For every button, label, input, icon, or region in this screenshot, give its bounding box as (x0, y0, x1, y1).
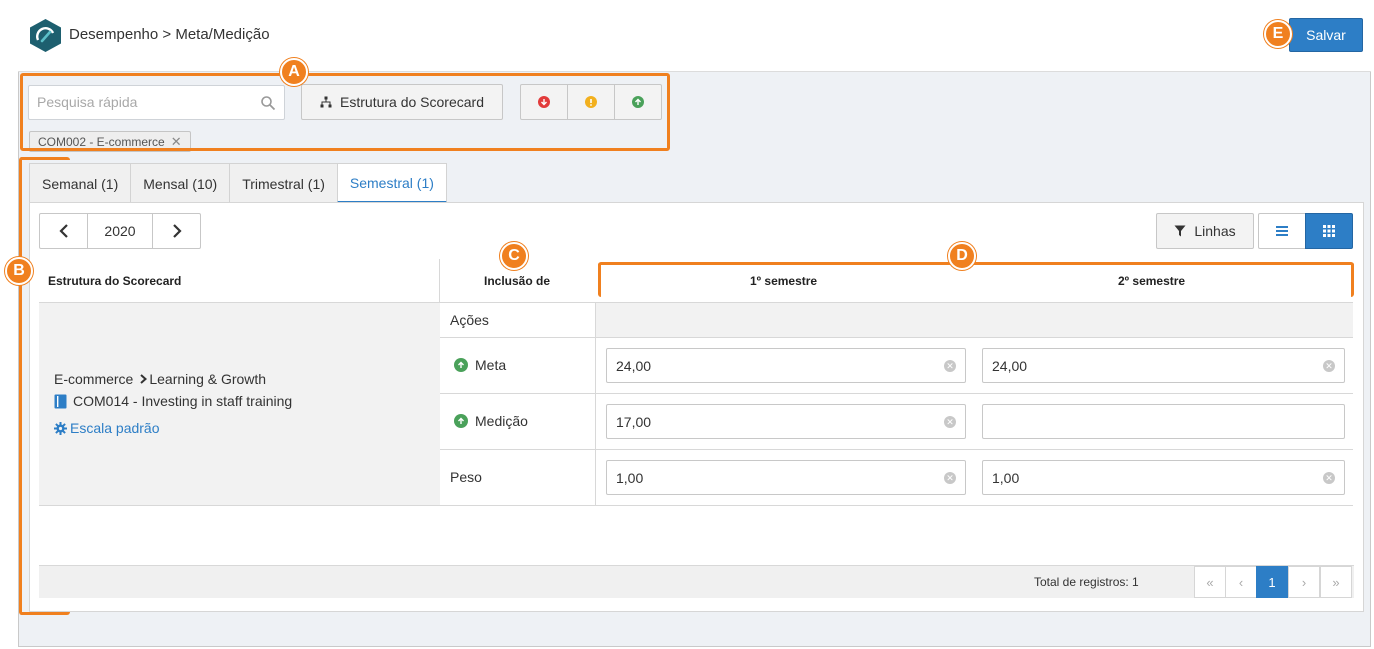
arrow-up-icon (454, 414, 468, 428)
clear-icon[interactable]: ✕ (944, 472, 956, 484)
list-view-button[interactable] (1258, 213, 1306, 249)
structure-path: E-commerce Learning & Growth (54, 371, 266, 387)
page-1-button[interactable]: 1 (1256, 566, 1288, 598)
row-label-medicao: Medição (454, 413, 528, 429)
meta-label: Meta (475, 357, 507, 373)
table-bottom-border (39, 505, 1353, 506)
clear-icon[interactable]: ✕ (944, 360, 956, 372)
next-page-button[interactable]: › (1288, 566, 1320, 598)
clear-icon[interactable]: ✕ (1323, 360, 1335, 372)
breadcrumb: Desempenho > Meta/Medição (69, 26, 270, 43)
meta-semester-1-input[interactable]: 24,00 ✕ (606, 348, 966, 383)
tab-trimestral[interactable]: Trimestral (1) (229, 163, 338, 203)
row-label-actions: Ações (450, 312, 489, 328)
row-divider (440, 393, 1353, 394)
structure-path-child: Learning & Growth (149, 371, 267, 387)
peso-semester-2-input[interactable]: 1,00 ✕ (982, 460, 1345, 495)
scale-link-label: Escala padrão (70, 420, 160, 436)
row-divider (440, 337, 1353, 338)
clear-icon[interactable]: ✕ (944, 416, 956, 428)
clear-icon[interactable]: ✕ (1323, 472, 1335, 484)
indicator-name: COM014 - Investing in staff training (73, 393, 293, 409)
medicao-semester-1-value: 17,00 (616, 413, 652, 430)
callout-box-d (598, 262, 1354, 297)
callout-badge-a: A (280, 58, 308, 86)
callout-box-b (19, 157, 70, 615)
tab-mensal[interactable]: Mensal (10) (130, 163, 231, 203)
lines-filter-label: Linhas (1194, 223, 1236, 239)
previous-page-button[interactable]: ‹ (1225, 566, 1257, 598)
chevron-right-icon (140, 374, 148, 384)
chevron-right-icon (172, 224, 182, 238)
filter-icon (1174, 225, 1186, 237)
column-header-inclusion: Inclusão de (484, 274, 551, 288)
app-logo-icon (30, 19, 61, 52)
list-icon (1276, 226, 1288, 236)
row-divider (440, 449, 1353, 450)
arrow-up-icon (454, 358, 468, 372)
callout-badge-e: E (1264, 20, 1292, 48)
callout-badge-b: B (5, 257, 33, 285)
medicao-label: Medição (475, 413, 528, 429)
meta-semester-2-input[interactable]: 24,00 ✕ (982, 348, 1345, 383)
table-footer (39, 565, 1354, 598)
peso-semester-2-value: 1,00 (992, 469, 1020, 486)
grid-view-button[interactable] (1305, 213, 1353, 249)
period-tabs: Semanal (1) Mensal (10) Trimestral (1) S… (29, 163, 447, 203)
year-display: 2020 (87, 213, 153, 249)
callout-badge-d: D (948, 242, 976, 270)
save-button[interactable]: Salvar (1289, 18, 1363, 52)
row-label-peso: Peso (450, 469, 482, 485)
peso-semester-1-value: 1,00 (616, 469, 644, 486)
actions-row-fill (596, 303, 1353, 337)
meta-semester-1-value: 24,00 (616, 357, 652, 374)
first-page-button[interactable]: « (1194, 566, 1226, 598)
next-year-button[interactable] (152, 213, 201, 249)
callout-box-a (20, 73, 670, 151)
last-page-button[interactable]: » (1320, 566, 1352, 598)
medicao-semester-2-input[interactable] (982, 404, 1345, 439)
tab-semestral[interactable]: Semestral (1) (336, 163, 447, 203)
row-label-meta: Meta (454, 357, 506, 373)
peso-semester-1-input[interactable]: 1,00 ✕ (606, 460, 966, 495)
meta-semester-2-value: 24,00 (992, 357, 1028, 374)
lines-filter-button[interactable]: Linhas (1156, 213, 1254, 249)
medicao-semester-1-input[interactable]: 17,00 ✕ (606, 404, 966, 439)
callout-badge-c: C (500, 242, 528, 270)
total-records: Total de registros: 1 (1034, 575, 1139, 589)
grid-icon (1323, 225, 1335, 237)
indicator-row: COM014 - Investing in staff training (54, 393, 292, 409)
